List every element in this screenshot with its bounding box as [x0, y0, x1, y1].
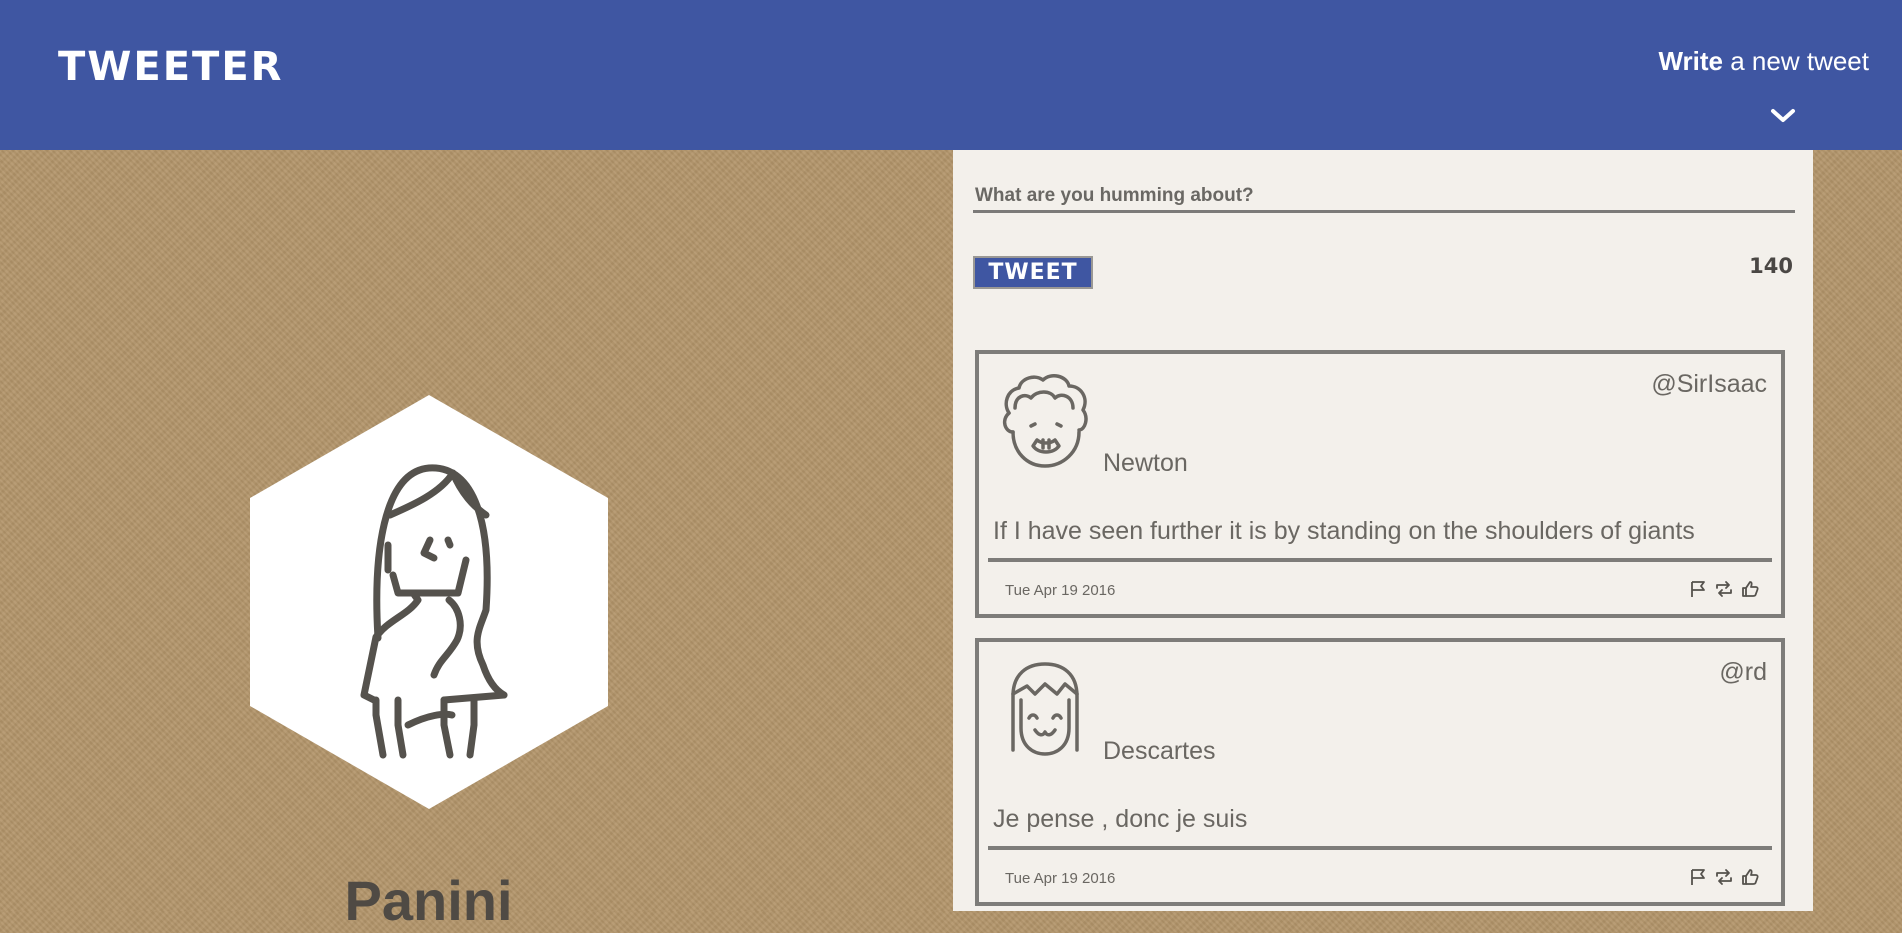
tweet-actions	[1689, 868, 1759, 886]
compose-tweet-input[interactable]	[973, 182, 1795, 213]
woman-avatar-icon	[250, 395, 608, 809]
tweet-actions	[1689, 580, 1759, 598]
tweet-author-name: Descartes	[1103, 737, 1216, 765]
tweet-author-handle[interactable]: @rd	[1719, 658, 1767, 687]
tweet-date: Tue Apr 19 2016	[1005, 582, 1116, 599]
like-icon[interactable]	[1741, 580, 1759, 598]
compose-toggle-label-rest: a new tweet	[1723, 46, 1869, 76]
flag-icon[interactable]	[1689, 580, 1707, 598]
like-icon[interactable]	[1741, 868, 1759, 886]
user-profile: Panini	[0, 150, 857, 932]
chevron-down-icon[interactable]	[1769, 106, 1797, 126]
character-counter: 140	[1749, 254, 1793, 278]
retweet-icon[interactable]	[1715, 868, 1733, 886]
profile-username: Panini	[344, 869, 513, 932]
tweet-author-name: Newton	[1103, 449, 1188, 477]
tweet-submit-button[interactable]: TWEET	[973, 256, 1093, 289]
compose-toggle-label-bold: Write	[1658, 46, 1724, 76]
tweet-card: Descartes @rd Je pense , donc je suis Tu…	[975, 638, 1785, 906]
tweet-author-avatar	[995, 368, 1095, 472]
app-logo[interactable]: TWEETER	[58, 44, 283, 90]
tweet-author-avatar	[995, 656, 1095, 760]
tweet-feed-panel: TWEET 140 Newton @SirIsaac If I have see…	[953, 150, 1813, 911]
profile-avatar	[248, 395, 610, 810]
flag-icon[interactable]	[1689, 868, 1707, 886]
tweet-divider	[988, 558, 1772, 562]
compose-toggle-button[interactable]: Write a new tweet	[1629, 46, 1869, 136]
curly-hair-man-avatar-icon	[1002, 374, 1088, 468]
tweet-author-handle[interactable]: @SirIsaac	[1651, 370, 1767, 399]
top-nav-bar: TWEETER Write a new tweet	[0, 0, 1902, 150]
tweet-date: Tue Apr 19 2016	[1005, 870, 1116, 887]
bob-hair-avatar-icon	[1011, 662, 1079, 756]
tweet-text: Je pense , donc je suis	[993, 805, 1248, 833]
tweet-text: If I have seen further it is by standing…	[993, 517, 1695, 545]
tweet-card: Newton @SirIsaac If I have seen further …	[975, 350, 1785, 618]
tweet-divider	[988, 846, 1772, 850]
compose-toggle-label: Write a new tweet	[1658, 46, 1869, 77]
retweet-icon[interactable]	[1715, 580, 1733, 598]
